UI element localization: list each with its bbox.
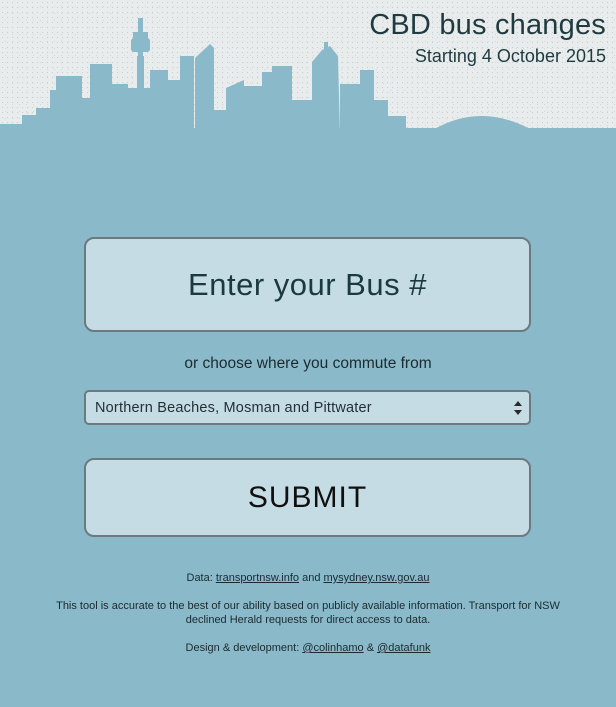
bus-number-input[interactable] bbox=[84, 237, 531, 332]
commute-region-select[interactable]: Northern Beaches, Mosman and Pittwater bbox=[84, 390, 531, 425]
design-credit-line: Design & development: @colinhamo & @data… bbox=[0, 641, 616, 655]
page: CBD bus changes Starting 4 October 2015 … bbox=[0, 0, 616, 707]
mysydney-link[interactable]: mysydney.nsw.gov.au bbox=[324, 572, 430, 584]
data-prefix: Data: bbox=[186, 572, 213, 584]
disclaimer-text: This tool is accurate to the best of our… bbox=[56, 600, 560, 626]
transportnsw-link[interactable]: transportnsw.info bbox=[216, 572, 299, 584]
submit-button[interactable]: SUBMIT bbox=[84, 458, 531, 537]
select-selected-value: Northern Beaches, Mosman and Pittwater bbox=[95, 400, 372, 416]
header-title-block: CBD bus changes Starting 4 October 2015 bbox=[369, 8, 606, 68]
data-and: and bbox=[302, 572, 321, 584]
commute-prompt: or choose where you commute from bbox=[184, 355, 432, 372]
datafunk-link[interactable]: @datafunk bbox=[377, 642, 430, 654]
page-subtitle: Starting 4 October 2015 bbox=[414, 46, 606, 66]
colinhamo-link[interactable]: @colinhamo bbox=[302, 642, 363, 654]
credit-amp: & bbox=[366, 642, 375, 654]
credit-prefix: Design & development: bbox=[185, 642, 300, 654]
page-title: CBD bus changes bbox=[369, 9, 606, 41]
select-updown-arrows-icon bbox=[514, 401, 522, 415]
data-credit-line: Data: transportnsw.info and mysydney.nsw… bbox=[0, 571, 616, 585]
